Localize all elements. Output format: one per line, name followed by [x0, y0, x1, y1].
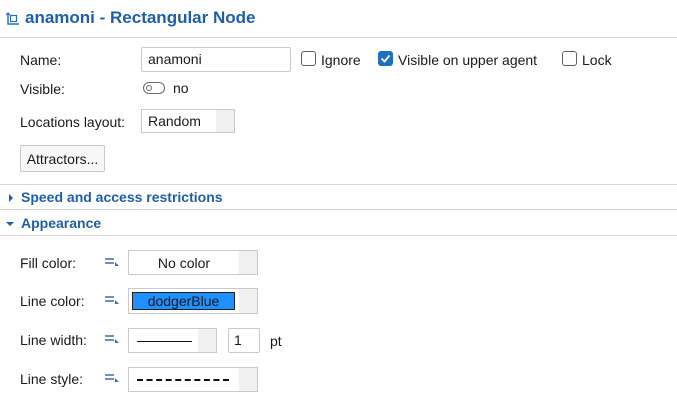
visible-upper-agent-label: Visible on upper agent — [398, 52, 538, 68]
section-appearance[interactable]: Appearance — [0, 210, 677, 236]
line-style-label: Line style: — [20, 371, 84, 387]
locations-layout-select[interactable]: Random — [141, 109, 235, 133]
line-width-unit: pt — [270, 333, 282, 349]
title-bar: anamoni - Rectangular Node — [0, 0, 677, 38]
line-width-preset-select[interactable] — [128, 328, 217, 353]
chevron-down-icon — [6, 222, 14, 226]
attractors-button[interactable]: Attractors... — [20, 145, 105, 172]
ignore-checkbox[interactable] — [301, 51, 316, 66]
visible-label: Visible: — [20, 81, 65, 97]
section-speed[interactable]: Speed and access restrictions — [0, 185, 677, 211]
line-color-select[interactable]: dodgerBlue — [128, 288, 258, 314]
dropdown-arrow-icon — [198, 329, 216, 352]
lock-checkbox[interactable] — [562, 51, 577, 66]
visible-upper-agent-checkbox[interactable] — [378, 51, 393, 66]
line-style-select[interactable] — [128, 367, 258, 392]
visible-value: no — [173, 80, 189, 96]
divider — [0, 235, 677, 236]
section-speed-title: Speed and access restrictions — [21, 189, 223, 205]
dynamic-value-icon[interactable] — [104, 256, 120, 268]
line-color-label: Line color: — [20, 293, 85, 309]
dynamic-value-icon[interactable] — [104, 372, 120, 384]
panel-title: anamoni - Rectangular Node — [25, 8, 256, 27]
line-width-label: Line width: — [20, 332, 87, 348]
dropdown-arrow-icon — [239, 289, 257, 313]
line-width-input[interactable]: 1 — [228, 328, 260, 353]
visible-toggle[interactable] — [143, 82, 165, 94]
chevron-right-icon — [9, 194, 13, 202]
line-preview — [137, 341, 192, 342]
name-label: Name: — [20, 52, 62, 68]
dropdown-arrow-icon — [239, 251, 257, 274]
checkmark-icon — [380, 54, 391, 63]
locations-layout-value: Random — [148, 113, 201, 129]
line-color-swatch: dodgerBlue — [132, 292, 235, 310]
ignore-label: Ignore — [321, 52, 361, 68]
name-input[interactable]: anamoni — [141, 47, 291, 72]
dynamic-value-icon[interactable] — [104, 294, 120, 306]
fill-color-select[interactable]: No color — [128, 250, 258, 275]
fill-color-label: Fill color: — [20, 255, 77, 271]
dropdown-arrow-icon — [239, 368, 257, 391]
fill-color-value: No color — [157, 254, 211, 271]
line-style-preview — [137, 379, 229, 381]
node-icon — [5, 12, 19, 25]
dynamic-value-icon[interactable] — [104, 333, 120, 345]
dropdown-arrow-icon — [216, 110, 234, 132]
lock-label: Lock — [582, 52, 612, 68]
section-appearance-title: Appearance — [21, 215, 102, 231]
locations-layout-label: Locations layout: — [20, 114, 126, 130]
toggle-knob — [146, 85, 152, 91]
